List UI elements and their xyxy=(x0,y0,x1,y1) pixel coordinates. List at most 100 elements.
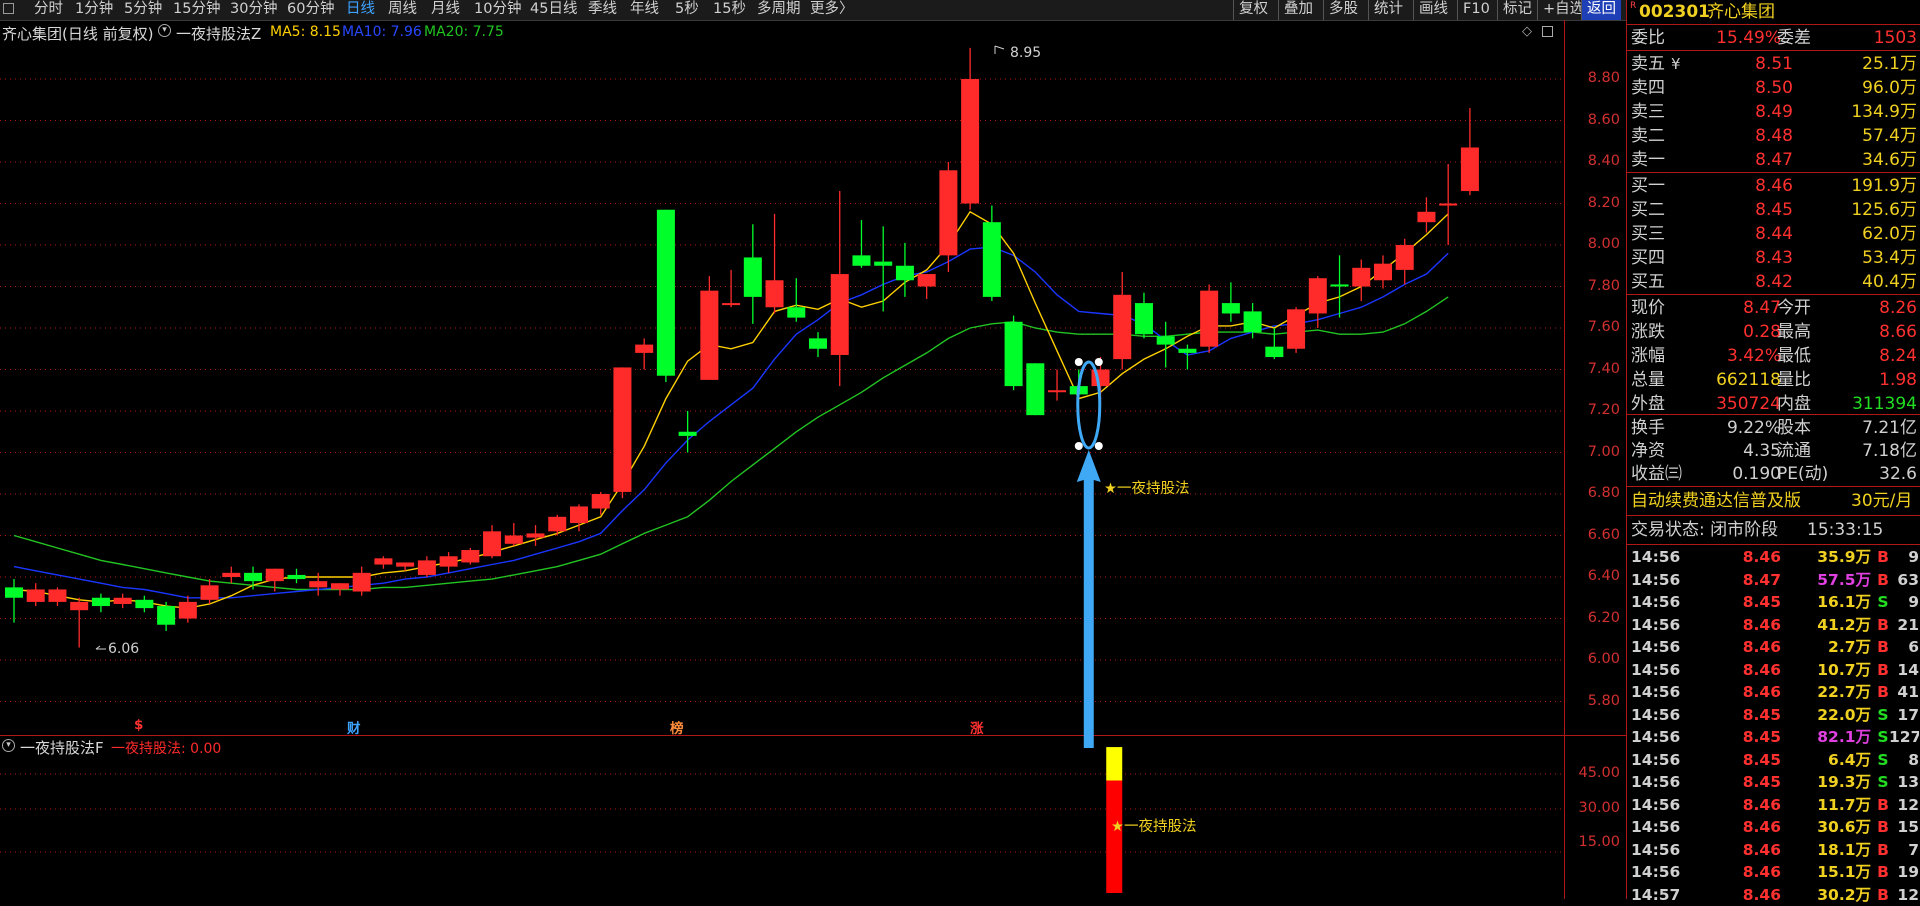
bid-label: 买五 xyxy=(1631,270,1665,294)
tick-row[interactable]: 14:568.4622.7万B41 xyxy=(1627,681,1920,704)
tick-row[interactable]: 14:568.4611.7万B12 xyxy=(1627,794,1920,817)
stat-label: 量比 xyxy=(1777,368,1811,392)
candle xyxy=(1135,293,1153,339)
signal-annotation: ★一夜持股法 xyxy=(1104,477,1190,498)
tick-row[interactable]: 14:568.4615.1万B19 xyxy=(1627,861,1920,884)
low-price-label: 6.06 xyxy=(108,641,139,657)
candle xyxy=(1374,255,1392,288)
ask-price: 8.49 xyxy=(1727,100,1793,124)
y-tick-label: 8.40 xyxy=(1566,153,1620,169)
event-marker[interactable]: 财 xyxy=(347,717,361,737)
fund-value: 7.21亿 xyxy=(1827,416,1917,440)
candle xyxy=(1461,108,1479,195)
stat-value: 350724 xyxy=(1687,392,1781,416)
tick-volume: 35.9万 xyxy=(1787,546,1871,569)
fund-value: 0.190 xyxy=(1687,462,1781,486)
candle xyxy=(353,567,371,596)
bid-label: 买四 xyxy=(1631,246,1665,270)
bid-volume: 62.0万 xyxy=(1813,222,1917,246)
stat-label: 最高 xyxy=(1777,320,1811,344)
tick-volume: 57.5万 xyxy=(1787,569,1871,592)
y-tick-label: 6.20 xyxy=(1566,610,1620,626)
promo-row[interactable]: 自动续费通达信普及版 30元/月 xyxy=(1627,489,1920,513)
bid-volume: 125.6万 xyxy=(1813,198,1917,222)
candle xyxy=(5,579,23,623)
tick-price: 8.45 xyxy=(1727,704,1781,727)
stat-row: 现价8.47今开8.26 xyxy=(1627,296,1920,320)
bid-price: 8.44 xyxy=(1727,222,1793,246)
ask-label: 卖五 xyxy=(1631,52,1665,76)
rights-flag-icon: R xyxy=(1630,0,1636,18)
tick-row[interactable]: 14:568.4516.1万S9 xyxy=(1627,591,1920,614)
fund-value: 32.6 xyxy=(1827,462,1917,486)
tick-row[interactable]: 14:568.4610.7万B14 xyxy=(1627,659,1920,682)
ellipse-handle xyxy=(1095,358,1103,366)
candle xyxy=(1222,282,1240,321)
tick-row[interactable]: 14:568.4519.3万S13 xyxy=(1627,771,1920,794)
tick-price: 8.46 xyxy=(1727,659,1781,682)
fund-row: 收益㈢0.190PE(动)32.6 xyxy=(1627,462,1920,486)
y-tick-label: 7.60 xyxy=(1566,319,1620,335)
y-tick-label: 5.80 xyxy=(1566,693,1620,709)
tick-volume: 11.7万 xyxy=(1787,794,1871,817)
stat-value: 1.98 xyxy=(1827,368,1917,392)
candle xyxy=(852,220,870,268)
tick-time: 14:56 xyxy=(1631,771,1680,794)
stat-row: 涨跌0.28最高8.66 xyxy=(1627,320,1920,344)
tick-count: 6 xyxy=(1889,636,1919,659)
ask-label: 卖三 xyxy=(1631,100,1665,124)
event-marker[interactable]: 涨 xyxy=(970,717,984,737)
tick-row[interactable]: 14:568.4522.0万S17 xyxy=(1627,704,1920,727)
tick-row[interactable]: 14:568.4630.6万B15 xyxy=(1627,816,1920,839)
candle xyxy=(461,548,479,565)
y-tick-label: 8.80 xyxy=(1566,70,1620,86)
candle xyxy=(1200,284,1218,352)
tick-row[interactable]: 14:568.456.4万S8 xyxy=(1627,749,1920,772)
tick-row[interactable]: 14:568.4635.9万B9 xyxy=(1627,546,1920,569)
quote-panel: R 002301 齐心集团 委比 15.49% 委差 1503 卖五¥8.512… xyxy=(1626,0,1920,899)
promo-text[interactable]: 自动续费通达信普及版 xyxy=(1631,489,1801,513)
subchart-y-tick: 30.00 xyxy=(1566,800,1620,816)
tick-time: 14:56 xyxy=(1631,861,1680,884)
candle xyxy=(896,243,914,297)
promo-price[interactable]: 30元/月 xyxy=(1851,489,1912,513)
chevron-down-icon[interactable]: ▾ xyxy=(2,739,15,752)
subchart-title[interactable]: 一夜持股法F xyxy=(20,737,104,758)
toolbar-button-8[interactable]: 返回 xyxy=(1581,0,1621,20)
fund-label: 收益㈢ xyxy=(1631,462,1682,486)
ask-row: 卖三8.49134.9万 xyxy=(1627,100,1920,124)
tick-row[interactable]: 14:578.4630.2万B12 xyxy=(1627,884,1920,906)
tick-row[interactable]: 14:568.462.7万B6 xyxy=(1627,636,1920,659)
tick-time: 14:56 xyxy=(1631,591,1680,614)
y-tick-label: 7.80 xyxy=(1566,278,1620,294)
y-tick-label: 7.40 xyxy=(1566,361,1620,377)
tick-price: 8.45 xyxy=(1727,771,1781,794)
tick-volume: 18.1万 xyxy=(1787,839,1871,862)
candle xyxy=(135,596,153,613)
candle xyxy=(744,224,762,324)
ratio-value: 15.49% xyxy=(1693,26,1781,50)
ellipse-handle xyxy=(1075,358,1083,366)
candle xyxy=(1396,239,1414,285)
bid-row: 买五8.4240.4万 xyxy=(1627,270,1920,294)
y-tick-label: 8.60 xyxy=(1566,112,1620,128)
candle xyxy=(92,594,110,613)
tick-price: 8.45 xyxy=(1727,591,1781,614)
bid-volume: 191.9万 xyxy=(1813,174,1917,198)
tick-time: 14:56 xyxy=(1631,546,1680,569)
fund-row: 净资4.35流通7.18亿 xyxy=(1627,439,1920,463)
y-tick-label: 6.80 xyxy=(1566,485,1620,501)
tick-volume: 30.6万 xyxy=(1787,816,1871,839)
fund-label: PE(动) xyxy=(1777,462,1828,486)
tick-row[interactable]: 14:568.4641.2万B21 xyxy=(1627,614,1920,637)
event-marker[interactable]: 榜 xyxy=(670,717,684,737)
stat-value: 8.47 xyxy=(1687,296,1781,320)
candle xyxy=(722,270,740,307)
tick-row[interactable]: 14:568.4618.1万B7 xyxy=(1627,839,1920,862)
candle xyxy=(440,552,458,573)
tick-volume: 6.4万 xyxy=(1787,749,1871,772)
tick-row[interactable]: 14:568.4582.1万S127 xyxy=(1627,726,1920,749)
event-marker[interactable]: $ xyxy=(134,717,143,733)
tick-row[interactable]: 14:568.4757.5万B63 xyxy=(1627,569,1920,592)
ask-row: 卖四8.5096.0万 xyxy=(1627,76,1920,100)
